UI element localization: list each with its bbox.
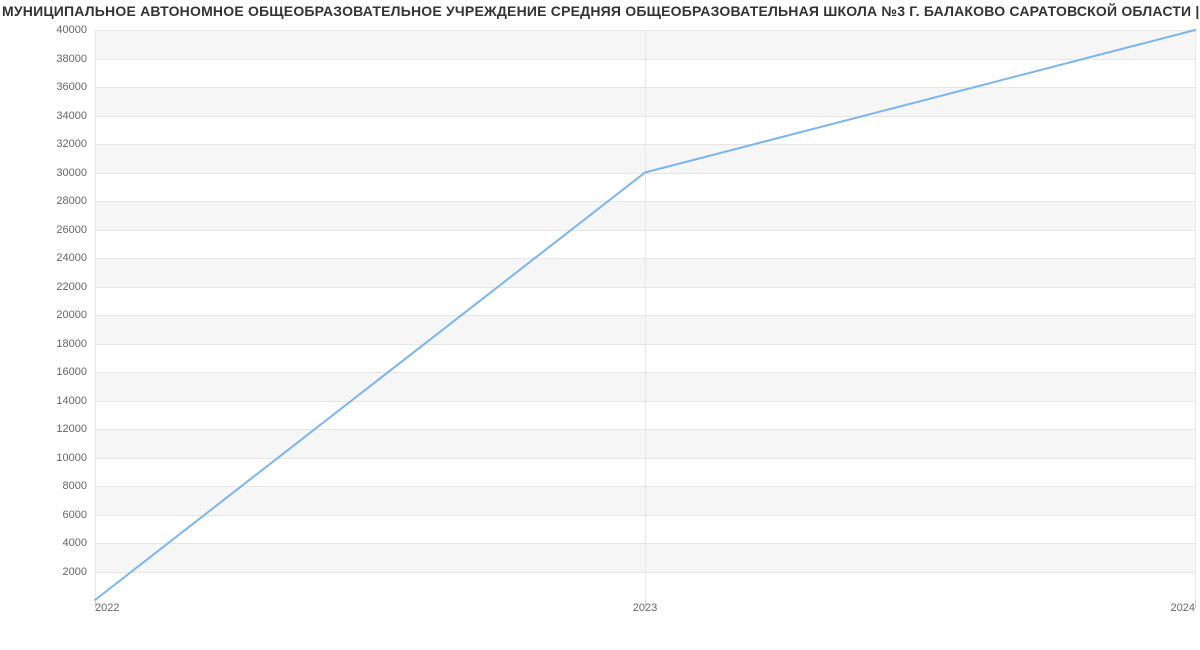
- x-gridline: [1195, 30, 1196, 600]
- y-tick-label: 12000: [56, 423, 95, 435]
- y-tick-label: 6000: [63, 509, 95, 521]
- y-tick-label: 30000: [56, 167, 95, 179]
- x-tick-label: 2024: [1171, 602, 1195, 614]
- y-axis-labels: 2000 4000 6000 8000 10000 12000 14000 16000 1800…: [0, 30, 95, 600]
- y-tick-label: 18000: [56, 338, 95, 350]
- y-tick-label: 38000: [56, 53, 95, 65]
- y-tick-label: 10000: [56, 452, 95, 464]
- y-tick-label: 16000: [56, 366, 95, 378]
- y-tick-label: 34000: [56, 110, 95, 122]
- plot-area: [95, 30, 1195, 600]
- data-line: [95, 30, 1195, 600]
- y-tick-label: 36000: [56, 81, 95, 93]
- x-tick-mark: [1195, 600, 1196, 608]
- y-tick-label: 14000: [56, 395, 95, 407]
- chart-container: МУНИЦИПАЛЬНОЕ АВТОНОМНОЕ ОБЩЕОБРАЗОВАТЕЛ…: [0, 0, 1200, 650]
- y-tick-label: 20000: [56, 309, 95, 321]
- y-tick-label: 4000: [63, 537, 95, 549]
- y-tick-label: 32000: [56, 138, 95, 150]
- chart-title: МУНИЦИПАЛЬНОЕ АВТОНОМНОЕ ОБЩЕОБРАЗОВАТЕЛ…: [0, 3, 1200, 21]
- x-tick-label: 2023: [633, 602, 657, 614]
- line-series-svg: [95, 30, 1195, 600]
- y-tick-label: 26000: [56, 224, 95, 236]
- y-tick-label: 40000: [56, 24, 95, 36]
- x-axis-labels: 2022 2023 2024: [95, 602, 1195, 622]
- y-tick-label: 8000: [63, 480, 95, 492]
- y-tick-label: 28000: [56, 195, 95, 207]
- y-tick-label: 2000: [63, 566, 95, 578]
- y-tick-label: 24000: [56, 252, 95, 264]
- y-tick-label: 22000: [56, 281, 95, 293]
- x-tick-label: 2022: [95, 602, 119, 614]
